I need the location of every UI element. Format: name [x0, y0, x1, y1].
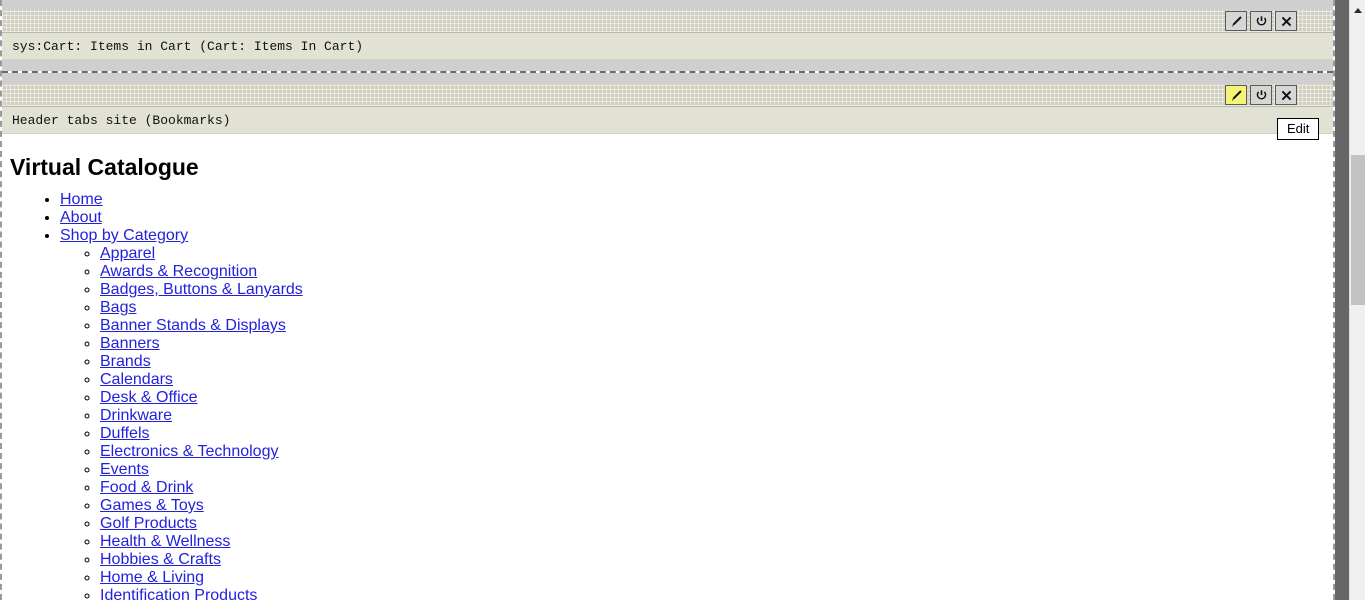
category-link[interactable]: Drinkware	[100, 407, 172, 424]
power-button[interactable]	[1250, 11, 1272, 31]
cart-panel: sys:Cart: Items in Cart (Cart: Items In …	[2, 0, 1333, 60]
main-nav-list: Home About Shop by Category ApparelAward…	[2, 191, 1333, 600]
list-item: Events	[100, 461, 1333, 479]
list-item: Drinkware	[100, 407, 1333, 425]
category-list: ApparelAwards & RecognitionBadges, Butto…	[60, 245, 1333, 600]
pencil-icon	[1230, 15, 1243, 28]
header-tabs-panel-toolbar	[1225, 85, 1297, 105]
list-item: Food & Drink	[100, 479, 1333, 497]
list-item: Desk & Office	[100, 389, 1333, 407]
list-item: About	[60, 209, 1333, 227]
category-link[interactable]: Awards & Recognition	[100, 263, 257, 280]
header-tabs-panel-drag-handle[interactable]	[2, 84, 1333, 107]
nav-link-home[interactable]: Home	[60, 191, 103, 208]
category-link[interactable]: Health & Wellness	[100, 533, 230, 550]
nav-link-about[interactable]: About	[60, 209, 102, 226]
category-link[interactable]: Bags	[100, 299, 136, 316]
header-tabs-panel-label: Header tabs site (Bookmarks)	[2, 107, 1333, 134]
cart-panel-label: sys:Cart: Items in Cart (Cart: Items In …	[2, 33, 1333, 60]
cart-panel-toolbar	[1225, 11, 1297, 31]
list-item: Health & Wellness	[100, 533, 1333, 551]
category-link[interactable]: Golf Products	[100, 515, 197, 532]
catalogue-content: Virtual Catalogue Home About Shop by Cat…	[2, 154, 1333, 600]
browser-viewport: sys:Cart: Items in Cart (Cart: Items In …	[0, 0, 1335, 600]
panel-separator-band-bottom	[2, 73, 1333, 84]
browser-vertical-scrollbar[interactable]	[1349, 0, 1365, 600]
list-item: Hobbies & Crafts	[100, 551, 1333, 569]
list-item: Brands	[100, 353, 1333, 371]
list-item: Games & Toys	[100, 497, 1333, 515]
scrollbar-thumb[interactable]	[1351, 155, 1365, 305]
list-item: Banner Stands & Displays	[100, 317, 1333, 335]
category-link[interactable]: Calendars	[100, 371, 173, 388]
category-link[interactable]: Food & Drink	[100, 479, 193, 496]
list-item: Apparel	[100, 245, 1333, 263]
pencil-icon	[1230, 89, 1243, 102]
power-icon	[1255, 15, 1268, 28]
category-link[interactable]: Desk & Office	[100, 389, 198, 406]
page-dark-gutter	[1335, 0, 1349, 600]
list-item: Identification Products	[100, 587, 1333, 600]
edit-button[interactable]	[1225, 85, 1247, 105]
scroll-up-arrow-icon[interactable]	[1350, 3, 1365, 17]
list-item: Duffels	[100, 425, 1333, 443]
close-icon	[1280, 15, 1293, 28]
category-link[interactable]: Banners	[100, 335, 160, 352]
list-item: Banners	[100, 335, 1333, 353]
nav-link-shop-by-category[interactable]: Shop by Category	[60, 227, 188, 244]
page-title: Virtual Catalogue	[10, 154, 199, 180]
close-button[interactable]	[1275, 11, 1297, 31]
category-link[interactable]: Home & Living	[100, 569, 204, 586]
panel-top-gap	[2, 0, 1333, 10]
list-item: Home & Living	[100, 569, 1333, 587]
category-link[interactable]: Badges, Buttons & Lanyards	[100, 281, 303, 298]
close-button[interactable]	[1275, 85, 1297, 105]
category-link[interactable]: Banner Stands & Displays	[100, 317, 286, 334]
list-item: Awards & Recognition	[100, 263, 1333, 281]
close-icon	[1280, 89, 1293, 102]
category-link[interactable]: Duffels	[100, 425, 150, 442]
category-link[interactable]: Electronics & Technology	[100, 443, 278, 460]
power-icon	[1255, 89, 1268, 102]
category-link[interactable]: Identification Products	[100, 587, 257, 600]
list-item: Electronics & Technology	[100, 443, 1333, 461]
category-link[interactable]: Games & Toys	[100, 497, 204, 514]
list-item: Golf Products	[100, 515, 1333, 533]
list-item: Shop by Category ApparelAwards & Recogni…	[60, 227, 1333, 600]
edit-tooltip: Edit	[1277, 118, 1320, 140]
page-root: sys:Cart: Items in Cart (Cart: Items In …	[0, 0, 1365, 600]
category-link[interactable]: Hobbies & Crafts	[100, 551, 221, 568]
panel-separator-band-top	[2, 60, 1333, 71]
category-link[interactable]: Events	[100, 461, 149, 478]
power-button[interactable]	[1250, 85, 1272, 105]
editable-region-outline: sys:Cart: Items in Cart (Cart: Items In …	[0, 0, 1335, 600]
edit-button[interactable]	[1225, 11, 1247, 31]
list-item: Calendars	[100, 371, 1333, 389]
cart-panel-drag-handle[interactable]	[2, 10, 1333, 33]
list-item: Bags	[100, 299, 1333, 317]
list-item: Home	[60, 191, 1333, 209]
list-item: Badges, Buttons & Lanyards	[100, 281, 1333, 299]
header-tabs-panel: Header tabs site (Bookmarks)	[2, 84, 1333, 134]
category-link[interactable]: Brands	[100, 353, 151, 370]
category-link[interactable]: Apparel	[100, 245, 155, 262]
